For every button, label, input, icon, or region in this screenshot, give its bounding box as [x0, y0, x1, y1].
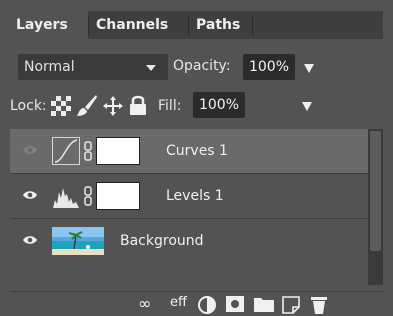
- new-group-icon[interactable]: [254, 296, 274, 312]
- layer-list: Curves 1 Levels 1 Background: [10, 129, 368, 285]
- tab-channels[interactable]: Channels: [90, 11, 188, 39]
- fill-input[interactable]: 100%: [193, 92, 245, 118]
- layer-list-scrollbar[interactable]: [368, 129, 383, 285]
- blend-mode-select[interactable]: Normal: [18, 54, 168, 80]
- curves-adjustment-icon: [52, 137, 80, 165]
- tab-paths[interactable]: Paths: [190, 11, 252, 39]
- fill-dropdown-icon[interactable]: [302, 102, 312, 111]
- blend-mode-value: Normal: [24, 59, 75, 75]
- tab-layers[interactable]: Layers: [10, 11, 88, 39]
- eye-icon[interactable]: [22, 235, 38, 245]
- lock-label: Lock:: [10, 98, 47, 114]
- eye-icon[interactable]: [22, 145, 38, 155]
- effects-icon[interactable]: eff: [170, 295, 187, 310]
- background-image-thumbnail: [52, 227, 104, 255]
- delete-layer-icon[interactable]: [310, 296, 328, 314]
- layer-mask-thumbnail[interactable]: [96, 137, 140, 165]
- tab-divider: [88, 15, 89, 37]
- adjustment-layer-icon[interactable]: [198, 296, 216, 314]
- opacity-label: Opacity:: [173, 58, 231, 74]
- tab-bar: Layers Channels Paths: [10, 11, 383, 39]
- opacity-dropdown-icon[interactable]: [304, 64, 314, 73]
- transparency-lock-icon[interactable]: [51, 96, 71, 116]
- move-lock-icon[interactable]: [102, 95, 124, 117]
- chevron-down-icon: [146, 65, 156, 71]
- levels-adjustment-icon: [52, 182, 80, 210]
- brush-lock-icon[interactable]: [76, 94, 98, 118]
- add-mask-icon[interactable]: [226, 296, 244, 312]
- layer-mask-thumbnail[interactable]: [96, 182, 140, 210]
- link-layers-icon[interactable]: ∞: [138, 294, 151, 313]
- mask-link-icon[interactable]: [84, 141, 92, 161]
- tab-divider: [252, 15, 253, 37]
- eye-icon[interactable]: [22, 190, 38, 200]
- layers-footer-toolbar: ∞ eff: [10, 291, 383, 316]
- fill-label: Fill:: [158, 98, 182, 114]
- padlock-icon[interactable]: [129, 94, 147, 116]
- scrollbar-thumb[interactable]: [370, 131, 381, 251]
- opacity-input[interactable]: 100%: [243, 54, 295, 80]
- layer-name[interactable]: Curves 1: [166, 129, 228, 174]
- layer-row-curves[interactable]: Curves 1: [10, 129, 368, 174]
- layers-panel: Layers Channels Paths Normal Opacity: 10…: [10, 11, 383, 316]
- layer-row-background[interactable]: Background: [10, 219, 368, 264]
- layer-row-levels[interactable]: Levels 1: [10, 174, 368, 219]
- new-layer-icon[interactable]: [282, 296, 300, 314]
- layer-name[interactable]: Levels 1: [166, 174, 224, 219]
- layer-name[interactable]: Background: [120, 219, 204, 264]
- tab-divider: [188, 15, 189, 37]
- mask-link-icon[interactable]: [84, 186, 92, 206]
